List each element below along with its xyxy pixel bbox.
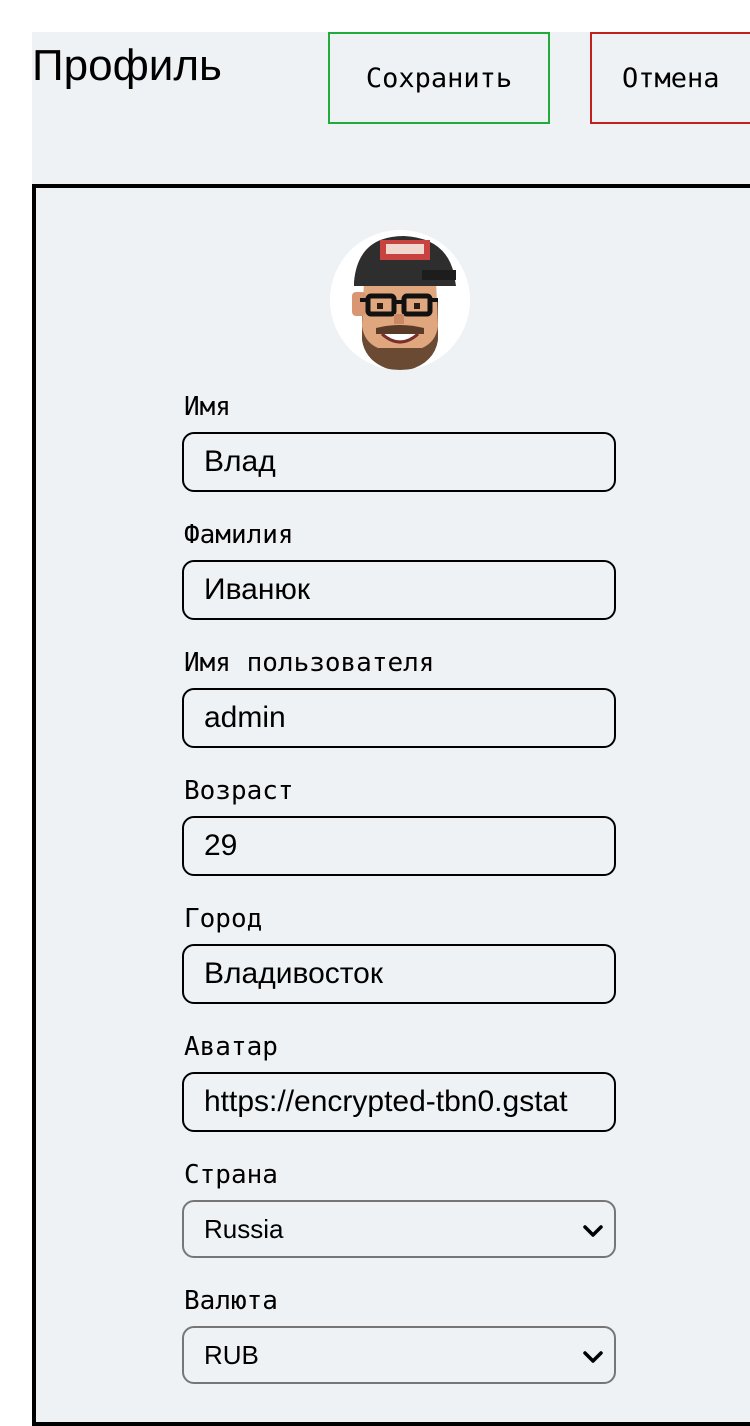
currency-selected-value: RUB [204,1339,259,1370]
chevron-down-icon [583,1225,603,1237]
header-bar: Профиль Сохранить Отмена [32,32,750,186]
page-title: Профиль [32,41,222,90]
city-input[interactable] [182,944,616,1004]
city-field: Город [182,904,616,1004]
first-name-label: Имя [184,392,231,422]
avatar-url-field: Аватар [182,1032,616,1132]
save-button[interactable]: Сохранить [328,32,550,124]
age-field: Возраст [182,776,616,876]
avatar-url-input[interactable] [182,1072,616,1132]
first-name-input[interactable] [182,432,616,492]
age-input[interactable] [182,816,616,876]
country-label: Страна [184,1160,278,1190]
username-input[interactable] [182,688,616,748]
age-label: Возраст [184,776,294,806]
country-select[interactable]: Russia [182,1200,616,1258]
currency-select[interactable]: RUB [182,1326,616,1384]
avatar-url-label: Аватар [184,1032,278,1062]
user-avatar-icon [330,230,470,370]
username-label: Имя пользователя [184,648,435,678]
last-name-field: Фамилия [182,520,616,620]
profile-page: Профиль Сохранить Отмена Имя Влад Фамили… [0,0,750,1426]
first-name-field: Имя [182,392,616,492]
last-name-input[interactable] [182,560,616,620]
currency-label: Валюта [184,1286,278,1316]
cancel-button[interactable]: Отмена [590,32,750,124]
profile-form-card: Имя Фамилия Имя пользователя Возраст Гор… [32,184,750,1426]
username-field: Имя пользователя [182,648,616,748]
country-selected-value: Russia [204,1213,284,1244]
chevron-down-icon [583,1351,603,1363]
city-label: Город [184,904,263,934]
currency-field: Валюта RUB [182,1286,616,1384]
country-field: Страна Russia [182,1160,616,1258]
avatar [330,230,470,370]
last-name-label: Фамилия [184,520,294,550]
